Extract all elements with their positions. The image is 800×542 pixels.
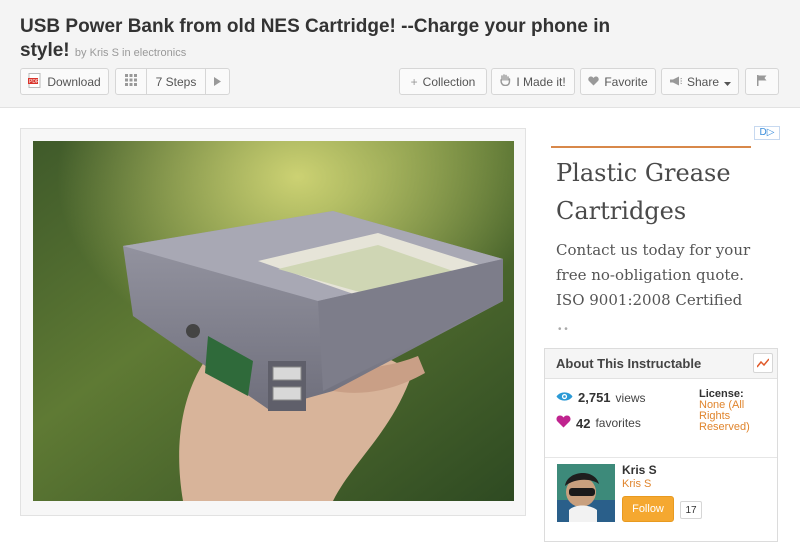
grid-icon: [125, 74, 137, 89]
category-link[interactable]: electronics: [134, 47, 187, 59]
step-grid-button[interactable]: [115, 68, 147, 95]
pdf-icon: PDF: [28, 72, 42, 91]
views-stat: 2,751 views: [556, 390, 646, 405]
main-image[interactable]: [33, 141, 514, 501]
next-step-button[interactable]: [205, 68, 230, 95]
stats-button[interactable]: [753, 353, 773, 373]
author-profile-link[interactable]: Kris S: [622, 478, 651, 490]
favorite-button[interactable]: Favorite: [580, 68, 656, 95]
trend-chart-icon: [756, 356, 770, 371]
triangle-right-icon: [214, 75, 221, 89]
byline: by Kris S in electronics: [74, 47, 187, 59]
ad-body: Contact us today for your free no-obliga…: [556, 241, 751, 309]
download-button[interactable]: PDF Download: [20, 68, 109, 95]
about-panel: About This Instructable 2,751 views 42 f…: [544, 348, 778, 542]
caret-down-icon: [724, 75, 732, 89]
about-header: About This Instructable: [545, 349, 777, 379]
follow-button[interactable]: Follow: [622, 496, 674, 522]
ad-choices-icon[interactable]: D▷: [754, 126, 780, 140]
views-label: views: [615, 390, 646, 405]
ad-divider: [551, 146, 751, 148]
heart-icon: [556, 415, 571, 431]
svg-text:PDF: PDF: [29, 79, 39, 85]
main-image-frame: [20, 128, 526, 516]
favorites-stat: 42 favorites: [556, 415, 641, 431]
favorites-count: 42: [576, 415, 591, 431]
megaphone-icon: [669, 75, 682, 89]
ad-ellipsis-icon: • •: [558, 324, 568, 335]
flag-icon: [757, 74, 767, 89]
steps-button[interactable]: 7 Steps: [146, 68, 206, 95]
main-content: D▷ Plastic Grease Cartridges Contact us …: [0, 108, 800, 542]
eye-icon: [556, 391, 573, 405]
ad-title[interactable]: Plastic Grease Cartridges: [556, 154, 776, 230]
about-heading: About This Instructable: [556, 356, 702, 371]
heart-icon: [588, 75, 600, 89]
share-button[interactable]: Share: [661, 68, 739, 95]
favorites-label: favorites: [595, 416, 641, 430]
collection-button[interactable]: + Collection: [399, 68, 487, 95]
hand-icon: [500, 74, 511, 89]
flag-button[interactable]: [745, 68, 779, 95]
advertisement[interactable]: D▷ Plastic Grease Cartridges Contact us …: [548, 126, 780, 336]
views-count: 2,751: [578, 390, 611, 405]
author-link[interactable]: Kris S: [90, 47, 119, 59]
page-header: USB Power Bank from old NES Cartridge! -…: [0, 0, 800, 108]
license-value[interactable]: None (All Rights Reserved): [699, 400, 773, 433]
page-title: USB Power Bank from old NES Cartridge! -…: [20, 15, 640, 65]
license-info: License: None (All Rights Reserved): [699, 389, 773, 433]
plus-icon: +: [410, 74, 418, 89]
about-divider: [545, 457, 777, 458]
avatar[interactable]: [557, 464, 615, 522]
follower-count: 17: [680, 501, 702, 519]
author-name[interactable]: Kris S: [622, 463, 657, 477]
made-it-button[interactable]: I Made it!: [491, 68, 575, 95]
